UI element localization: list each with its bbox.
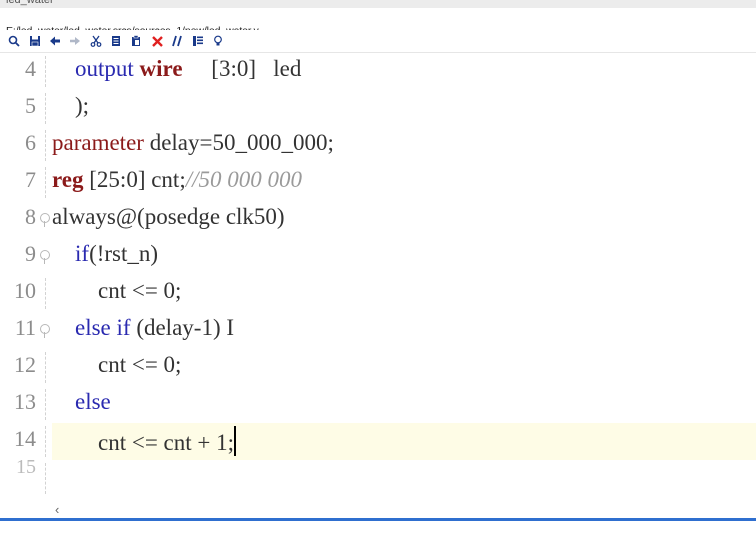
comment-icon[interactable]	[169, 33, 185, 49]
code-text: cnt <= 0;	[52, 278, 182, 303]
editor-toolbar	[0, 30, 756, 53]
window-title: led_water	[6, 0, 54, 6]
code-text: always@(posedge clk50)	[52, 204, 285, 229]
code-text: parameter delay=50_000_000;	[52, 130, 334, 155]
code-text: if(!rst_n)	[75, 241, 159, 266]
code-line: 6 parameter delay=50_000_000;	[0, 127, 756, 164]
gutter-marker	[45, 278, 46, 309]
code-line: 12 cnt <= 0;	[0, 349, 756, 386]
code-text: output wire [3:0] led	[75, 56, 302, 81]
line-number: 7	[25, 167, 36, 192]
line-number: 6	[25, 130, 36, 155]
code-line: 5 );	[0, 90, 756, 127]
code-line: 13 else	[0, 386, 756, 423]
cut-icon[interactable]	[88, 33, 104, 49]
fold-marker-icon[interactable]	[40, 324, 50, 338]
code-line: 15	[0, 456, 756, 497]
gutter-marker	[45, 93, 46, 124]
line-number: 13	[14, 389, 36, 414]
copy-icon[interactable]	[108, 33, 124, 49]
window-title-strip: led_water	[0, 0, 756, 8]
code-text: else if (delay-1) I	[75, 315, 235, 340]
line-number: 4	[25, 56, 36, 81]
gutter-marker	[45, 167, 46, 198]
code-line: 8 always@(posedge clk50)	[0, 201, 756, 238]
text-cursor	[234, 426, 236, 456]
line-number: 15	[16, 456, 36, 478]
save-icon[interactable]	[27, 33, 43, 49]
redo-icon[interactable]	[67, 33, 83, 49]
line-number: 11	[14, 315, 36, 340]
lightbulb-icon[interactable]	[210, 33, 226, 49]
code-line: 7 reg [25:0] cnt;//50 000 000	[0, 164, 756, 201]
code-line-current: 14 cnt <= cnt + 1;	[0, 423, 756, 460]
undo-icon[interactable]	[47, 33, 63, 49]
gutter-marker	[45, 426, 46, 457]
line-number: 12	[14, 352, 36, 377]
code-line: 9 if(!rst_n)	[0, 238, 756, 275]
line-number: 9	[25, 241, 36, 266]
code-text: reg [25:0] cnt;//50 000 000	[52, 167, 302, 192]
line-number: 5	[25, 93, 36, 118]
code-line: 11 else if (delay-1) I	[0, 312, 756, 349]
fold-marker-icon[interactable]	[40, 250, 50, 264]
gutter-marker	[45, 463, 46, 494]
code-text: else	[75, 389, 111, 414]
code-text: );	[52, 93, 90, 118]
file-path-bar: E:/led_water/led_water.srcs/sources_1/ne…	[0, 8, 756, 37]
code-editor[interactable]: 4 output wire [3:0] led 5 ); 6 parameter…	[0, 53, 756, 515]
gutter-marker	[45, 389, 46, 420]
code-line: 4 output wire [3:0] led	[0, 53, 756, 90]
paste-icon[interactable]	[128, 33, 144, 49]
search-icon[interactable]	[6, 33, 22, 49]
line-number: 10	[14, 278, 36, 303]
code-line: 10 cnt <= 0;	[0, 275, 756, 312]
scroll-left-icon[interactable]: ‹	[55, 502, 59, 517]
delete-icon[interactable]	[149, 33, 165, 49]
code-text: cnt <= 0;	[52, 352, 182, 377]
fold-marker-icon[interactable]	[40, 213, 50, 227]
format-icon[interactable]	[190, 33, 206, 49]
gutter-marker	[45, 130, 46, 161]
gutter-marker	[45, 56, 46, 87]
code-text: cnt <= cnt + 1;	[52, 426, 236, 456]
horizontal-scrollbar[interactable]: ‹	[0, 502, 756, 518]
bottom-area	[0, 521, 756, 534]
gutter-marker	[45, 352, 46, 383]
line-number: 14	[14, 426, 36, 451]
line-number: 8	[25, 204, 36, 229]
